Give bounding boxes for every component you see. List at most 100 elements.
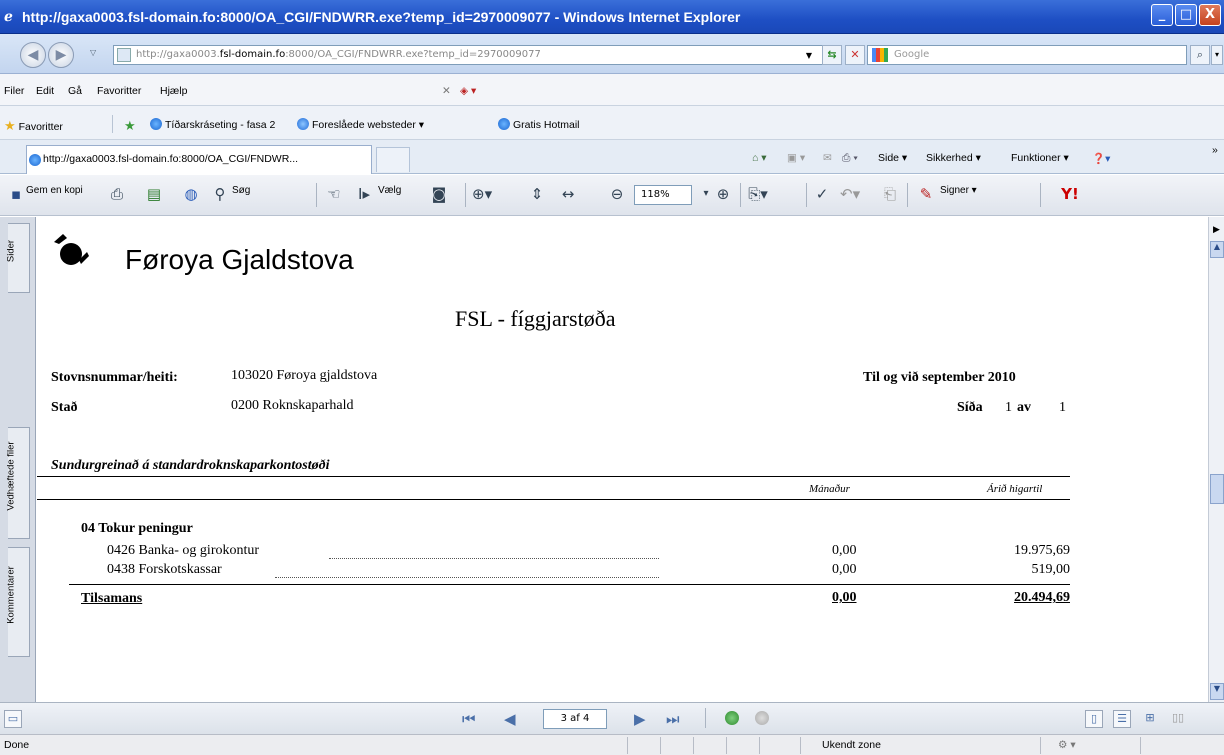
row-ytd-value: 519,00 xyxy=(1031,562,1071,577)
scroll-thumb[interactable] xyxy=(1210,474,1224,504)
panel-expand-icon[interactable]: ▶ xyxy=(1213,225,1220,235)
pages-icon[interactable]: ⎘▾ xyxy=(748,184,768,204)
favorites-button[interactable]: ★ Favoritter xyxy=(4,118,63,134)
sign-button[interactable]: Signer ▾ xyxy=(940,185,977,196)
search-input[interactable]: Google xyxy=(867,45,1187,65)
single-page-view-icon[interactable]: ▯ xyxy=(1085,710,1103,728)
tab-attachments[interactable]: Vedhæftede filer xyxy=(6,427,30,539)
favorite-link-1[interactable]: Tíðarskráseting - fasa 2 xyxy=(150,118,275,131)
window-titlebar: ℯ http://gaxa0003.fsl-domain.fo:8000/OA_… xyxy=(0,0,1224,34)
add-favorite-icon[interactable]: ★ xyxy=(124,118,136,134)
page-icon xyxy=(117,48,131,62)
yahoo-icon[interactable]: Y! xyxy=(1060,184,1080,204)
facing-view-icon[interactable]: ⊞ xyxy=(1141,710,1159,728)
search-button[interactable]: Søg xyxy=(232,185,250,196)
menu-favorites[interactable]: Favoritter xyxy=(97,85,141,97)
fit-width-icon[interactable]: ↔ xyxy=(558,184,578,204)
next-page-icon[interactable]: ▶ xyxy=(634,710,646,728)
page-total: 1 xyxy=(1059,400,1066,415)
total-month-value: 0,00 xyxy=(832,590,857,605)
first-page-icon[interactable]: ⏮ xyxy=(462,710,476,728)
copy-icon[interactable]: ⎗ xyxy=(880,184,900,204)
tools-menu[interactable]: Funktioner ▾ xyxy=(1011,152,1069,164)
go-back-view-icon[interactable] xyxy=(725,711,739,725)
tab-pages[interactable]: Sider xyxy=(6,223,30,293)
last-page-icon[interactable]: ⏭ xyxy=(666,710,680,728)
scroll-up-icon[interactable]: ▲ xyxy=(1210,241,1224,258)
protected-mode-icon[interactable]: ⚙ ▾ xyxy=(1058,739,1076,751)
hand-tool-icon[interactable]: ☜ xyxy=(324,184,344,204)
fit-page-icon[interactable]: ⇕ xyxy=(527,184,547,204)
maximize-button[interactable]: □ xyxy=(1175,4,1197,26)
feeds-icon[interactable]: ▣ ▾ xyxy=(787,152,805,164)
divider xyxy=(112,115,113,133)
window-title: http://gaxa0003.fsl-domain.fo:8000/OA_CG… xyxy=(22,9,741,25)
gjaldstova-logo-icon xyxy=(54,234,89,265)
menu-go[interactable]: Gå xyxy=(68,85,82,97)
stad-value: 0200 Roknskaparhald xyxy=(231,398,354,413)
close-menu-icon[interactable]: ✕ xyxy=(442,85,451,97)
ie-page-icon xyxy=(297,118,309,130)
toolbar-extension-icon[interactable]: ◈ ▾ xyxy=(460,85,476,97)
history-dropdown-icon[interactable]: ▽ xyxy=(90,48,96,57)
go-forward-view-icon[interactable] xyxy=(755,711,769,725)
page-number: 1 xyxy=(1005,400,1012,415)
browser-tab[interactable]: http://gaxa0003.fsl-domain.fo:8000/OA_CG… xyxy=(26,145,372,174)
zoom-out-icon[interactable]: ⊖ xyxy=(607,184,627,204)
search-binoculars-icon[interactable]: ⚲ xyxy=(210,184,230,204)
menu-file[interactable]: Filer xyxy=(4,85,24,97)
page-menu[interactable]: Side ▾ xyxy=(878,152,907,164)
safety-menu[interactable]: Sikkerhed ▾ xyxy=(926,152,981,164)
security-zone-text: Ukendt zone xyxy=(822,739,881,751)
address-dropdown-icon[interactable]: ▼ xyxy=(800,47,818,67)
report-title: FSL - fíggjarstøða xyxy=(455,306,616,331)
zoom-input[interactable]: 118% xyxy=(634,185,692,205)
favorite-link-2[interactable]: Foreslåede websteder ▾ xyxy=(297,118,424,131)
zoom-in-icon[interactable]: ⊕▾ xyxy=(472,184,492,204)
email-icon[interactable]: ◍ xyxy=(181,184,201,204)
forward-button[interactable]: ▶ xyxy=(48,42,74,68)
new-tab-button[interactable] xyxy=(376,147,410,172)
continuous-view-icon[interactable]: ☰ xyxy=(1113,710,1131,728)
close-button[interactable]: X xyxy=(1199,4,1221,26)
stop-icon[interactable]: ✕ xyxy=(845,45,865,65)
tab-comments[interactable]: Kommentarer xyxy=(6,547,30,657)
favorite-link-3[interactable]: Gratis Hotmail xyxy=(498,118,580,131)
print-icon[interactable]: ⎙ xyxy=(107,184,127,204)
previous-page-icon[interactable]: ◀ xyxy=(504,710,516,728)
spellcheck-icon[interactable]: ✓ xyxy=(812,184,832,204)
menu-help[interactable]: Hjælp xyxy=(160,85,187,97)
back-button[interactable]: ◀ xyxy=(20,42,46,68)
row-label: 0426 Banka- og girokontur xyxy=(107,543,260,558)
print-icon[interactable]: ⎙ ▾ xyxy=(842,152,858,165)
divider xyxy=(37,499,1070,500)
home-icon[interactable]: ⌂ ▾ xyxy=(752,152,767,164)
scroll-down-icon[interactable]: ▼ xyxy=(1210,683,1224,700)
pdf-document: Føroya Gjaldstova FSL - fíggjarstøða Sto… xyxy=(37,217,1208,702)
divider xyxy=(740,183,741,207)
search-icon[interactable]: ⌕ xyxy=(1190,45,1210,65)
search-options-icon[interactable]: ▾ xyxy=(1211,45,1223,65)
organizer-icon[interactable]: ▤ xyxy=(144,184,164,204)
stad-label: Stað xyxy=(51,400,78,415)
divider xyxy=(907,183,908,207)
menu-edit[interactable]: Edit xyxy=(36,85,54,97)
more-chevron-icon[interactable]: » xyxy=(1212,144,1218,156)
minimize-button[interactable]: _ xyxy=(1151,4,1173,26)
panel-toggle-icon[interactable]: ▭ xyxy=(4,710,22,728)
status-text: Done xyxy=(4,739,30,751)
snapshot-icon[interactable]: ◙ xyxy=(429,184,449,204)
select-tool-icon[interactable]: I▸ xyxy=(354,184,374,204)
undo-icon[interactable]: ↶▾ xyxy=(840,184,860,204)
save-copy-button[interactable]: Gem en kopi xyxy=(26,185,83,196)
continuous-facing-view-icon[interactable]: ▯▯ xyxy=(1169,710,1187,728)
mail-icon[interactable]: ✉ xyxy=(823,152,832,164)
help-icon[interactable]: ❓▾ xyxy=(1092,152,1110,165)
vertical-scrollbar[interactable]: ▶ ▲ ▼ xyxy=(1208,217,1224,702)
refresh-icon[interactable]: ⇆ xyxy=(822,45,842,65)
address-input[interactable]: http://gaxa0003.fsl-domain.fo:8000/OA_CG… xyxy=(113,45,838,65)
total-label: Tilsamans xyxy=(81,591,143,606)
select-button[interactable]: Vælg xyxy=(378,185,401,196)
page-number-input[interactable]: 3 af 4 xyxy=(543,709,607,729)
zoom-in-plus-icon[interactable]: ⊕ xyxy=(713,184,733,204)
